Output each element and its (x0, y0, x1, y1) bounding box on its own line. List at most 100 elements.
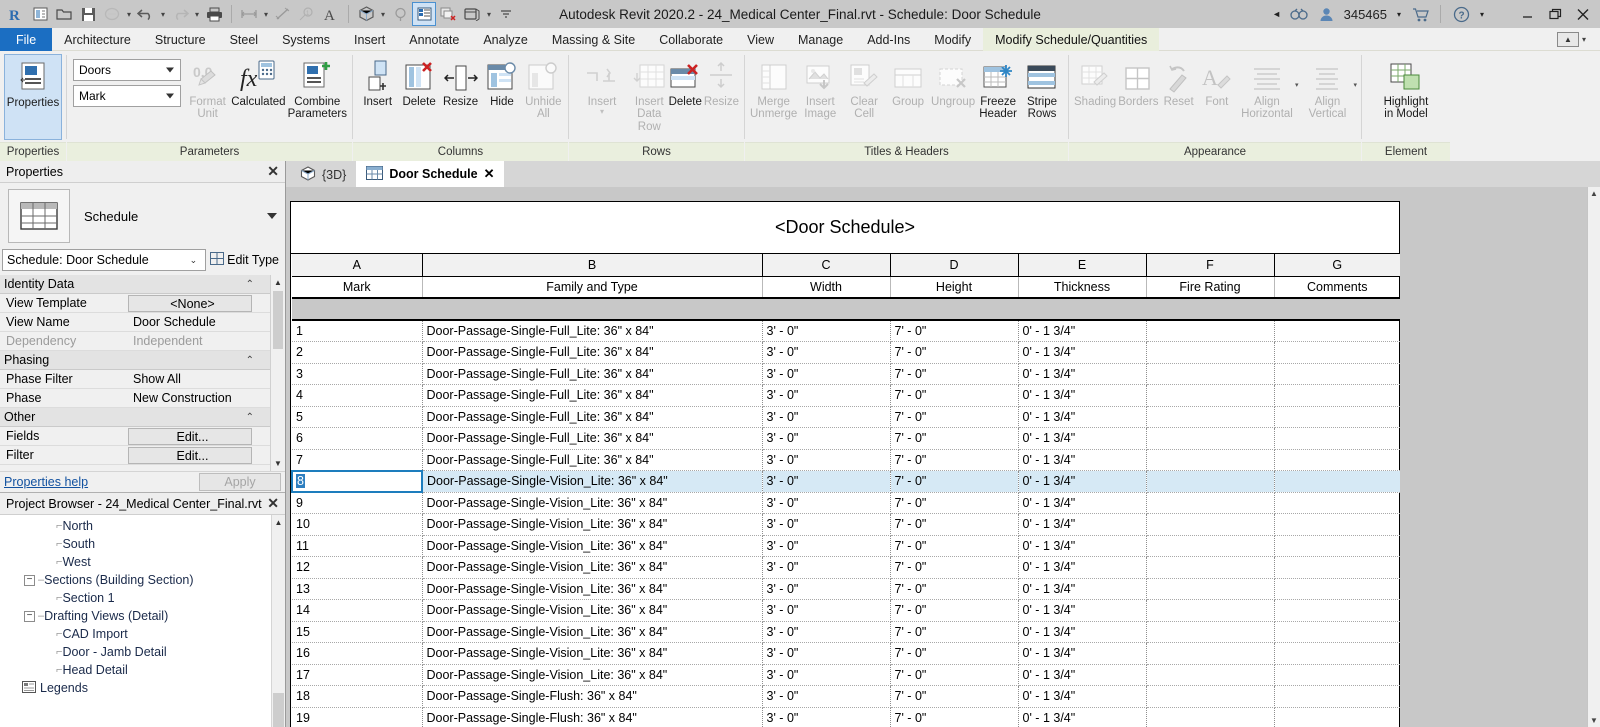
cell-family[interactable]: Door-Passage-Single-Vision_Lite: 36" x 8… (422, 578, 763, 600)
table-row[interactable]: 19 Door-Passage-Single-Flush: 36" x 84" … (292, 707, 1400, 727)
ribbon-minimize-caret[interactable]: ▾ (1582, 35, 1586, 44)
cell-thickness[interactable]: 0' - 1 3/4" (1018, 707, 1147, 727)
cell-comments[interactable] (1274, 685, 1400, 708)
open-icon[interactable] (52, 2, 76, 26)
properties-button[interactable]: Properties (4, 54, 62, 140)
apply-button[interactable]: Apply (199, 473, 281, 491)
3d-view-icon[interactable] (354, 2, 378, 26)
account-icon[interactable] (1314, 1, 1340, 27)
resize-row-button[interactable]: Resize (703, 54, 740, 111)
3d-dropdown-caret[interactable]: ▾ (378, 3, 388, 25)
cell-comments[interactable] (1274, 363, 1400, 385)
collapse-icon[interactable]: ⌃ (246, 279, 254, 290)
cell-fire-rating[interactable] (1146, 320, 1275, 342)
tree-node-north[interactable]: ⌐ North (0, 517, 285, 535)
cell-comments[interactable] (1274, 599, 1400, 622)
cell-family[interactable]: Door-Passage-Single-Vision_Lite: 36" x 8… (422, 535, 763, 557)
cell-height[interactable]: 7' - 0" (890, 707, 1019, 727)
cell-fire-rating[interactable] (1146, 664, 1275, 686)
cell-family[interactable]: Door-Passage-Single-Flush: 36" x 84" (422, 707, 763, 727)
account-dropdown-caret[interactable]: ▾ (1393, 1, 1405, 27)
cell-width[interactable]: 3' - 0" (762, 384, 891, 407)
property-value-view-name[interactable]: Door Schedule (128, 313, 270, 331)
edit-type-button[interactable]: Edit Type (210, 252, 283, 268)
cell-width[interactable]: 3' - 0" (762, 535, 891, 557)
field-header-height[interactable]: Height (890, 276, 1019, 299)
shopping-cart-icon[interactable] (1407, 1, 1433, 27)
column-letter-a[interactable]: A (292, 254, 423, 277)
insert-data-row-button[interactable]: Insert Data Row (631, 54, 668, 136)
close-icon[interactable]: ✕ (267, 163, 279, 180)
cell-height[interactable]: 7' - 0" (890, 556, 1019, 579)
cell-fire-rating[interactable] (1146, 578, 1275, 600)
collapse-icon-2[interactable]: ⌃ (246, 355, 254, 366)
cell-mark[interactable]: 13 (292, 578, 423, 600)
cell-family[interactable]: Door-Passage-Single-Vision_Lite: 36" x 8… (422, 642, 763, 665)
ribbon-tab-insert[interactable]: Insert (342, 28, 397, 51)
freeze-header-button[interactable]: Freeze Header (976, 54, 1020, 124)
field-header-fire-rating[interactable]: Fire Rating (1146, 276, 1275, 299)
scrollbar-thumb[interactable] (273, 291, 283, 349)
property-value-fields-edit-button[interactable]: Edit... (128, 428, 252, 445)
cell-mark[interactable]: 18 (292, 685, 423, 708)
cell-fire-rating[interactable] (1146, 642, 1275, 665)
cell-thickness[interactable]: 0' - 1 3/4" (1018, 384, 1147, 407)
cell-height[interactable]: 7' - 0" (890, 363, 1019, 385)
cell-width[interactable]: 3' - 0" (762, 621, 891, 643)
insert-column-button[interactable]: Insert (357, 54, 398, 111)
table-row-selected[interactable]: 8 Door-Passage-Single-Vision_Lite: 36" x… (291, 469, 1400, 493)
ribbon-tab-modify[interactable]: Modify (922, 28, 983, 51)
close-icon-3[interactable]: ✕ (484, 166, 495, 182)
close-button[interactable] (1570, 1, 1596, 27)
column-letter-g[interactable]: G (1274, 254, 1400, 277)
cell-family[interactable]: Door-Passage-Single-Vision_Lite: 36" x 8… (422, 513, 763, 536)
cell-width[interactable]: 3' - 0" (762, 470, 891, 493)
cell-comments[interactable] (1274, 406, 1400, 428)
tree-node-section-1[interactable]: ⌐ Section 1 (0, 589, 285, 607)
customize-qat-icon[interactable] (494, 2, 518, 26)
cell-family[interactable]: Door-Passage-Single-Full_Lite: 36" x 84" (422, 320, 763, 342)
cell-height[interactable]: 7' - 0" (890, 320, 1019, 342)
property-value-phase[interactable]: New Construction (128, 389, 270, 407)
cell-thickness[interactable]: 0' - 1 3/4" (1018, 578, 1147, 600)
cell-thickness[interactable]: 0' - 1 3/4" (1018, 406, 1147, 428)
cell-mark[interactable]: 10 (292, 513, 423, 536)
cell-height[interactable]: 7' - 0" (890, 685, 1019, 708)
resize-column-button[interactable]: Resize (440, 54, 481, 111)
prev-icon[interactable]: ◄ (1270, 1, 1284, 27)
align-vertical-button[interactable]: Align Vertical (1298, 54, 1356, 124)
table-row[interactable]: 4 Door-Passage-Single-Full_Lite: 36" x 8… (292, 384, 1400, 407)
properties-help-link[interactable]: Properties help (4, 475, 88, 489)
ribbon-tab-view[interactable]: View (735, 28, 786, 51)
table-row[interactable]: 11 Door-Passage-Single-Vision_Lite: 36" … (292, 535, 1400, 557)
cell-family[interactable]: Door-Passage-Single-Vision_Lite: 36" x 8… (422, 621, 763, 643)
restore-button[interactable] (1542, 1, 1568, 27)
insert-row-button[interactable]: Insert ▾ (573, 54, 631, 120)
cell-thickness[interactable]: 0' - 1 3/4" (1018, 320, 1147, 342)
cell-width[interactable]: 3' - 0" (762, 492, 891, 514)
tree-node-west[interactable]: ⌐ West (0, 553, 285, 571)
cell-thickness[interactable]: 0' - 1 3/4" (1018, 513, 1147, 536)
property-row-view-name[interactable]: View Name Door Schedule (0, 313, 270, 332)
ribbon-tab-architecture[interactable]: Architecture (52, 28, 143, 51)
cell-fire-rating[interactable] (1146, 685, 1275, 708)
cell-height[interactable]: 7' - 0" (890, 535, 1019, 557)
property-value-phase-filter[interactable]: Show All (128, 370, 270, 388)
cell-height[interactable]: 7' - 0" (890, 578, 1019, 600)
cell-family[interactable]: Door-Passage-Single-Vision_Lite: 36" x 8… (422, 599, 763, 622)
cell-thickness[interactable]: 0' - 1 3/4" (1018, 642, 1147, 665)
hide-column-button[interactable]: Hide (481, 54, 522, 111)
undo-icon[interactable] (134, 2, 158, 26)
field-header-family-and-type[interactable]: Family and Type (422, 276, 763, 299)
cell-comments[interactable] (1274, 427, 1400, 450)
cell-family[interactable]: Door-Passage-Single-Full_Lite: 36" x 84" (422, 341, 763, 364)
cell-mark[interactable]: 4 (292, 384, 423, 407)
cell-width[interactable]: 3' - 0" (762, 556, 891, 579)
cell-fire-rating[interactable] (1146, 470, 1275, 493)
cell-width[interactable]: 3' - 0" (762, 427, 891, 450)
column-letter-e[interactable]: E (1018, 254, 1147, 277)
cell-fire-rating[interactable] (1146, 492, 1275, 514)
table-row[interactable]: 6 Door-Passage-Single-Full_Lite: 36" x 8… (292, 427, 1400, 450)
cell-mark[interactable]: 7 (292, 449, 423, 471)
delete-column-button[interactable]: Delete (398, 54, 439, 111)
